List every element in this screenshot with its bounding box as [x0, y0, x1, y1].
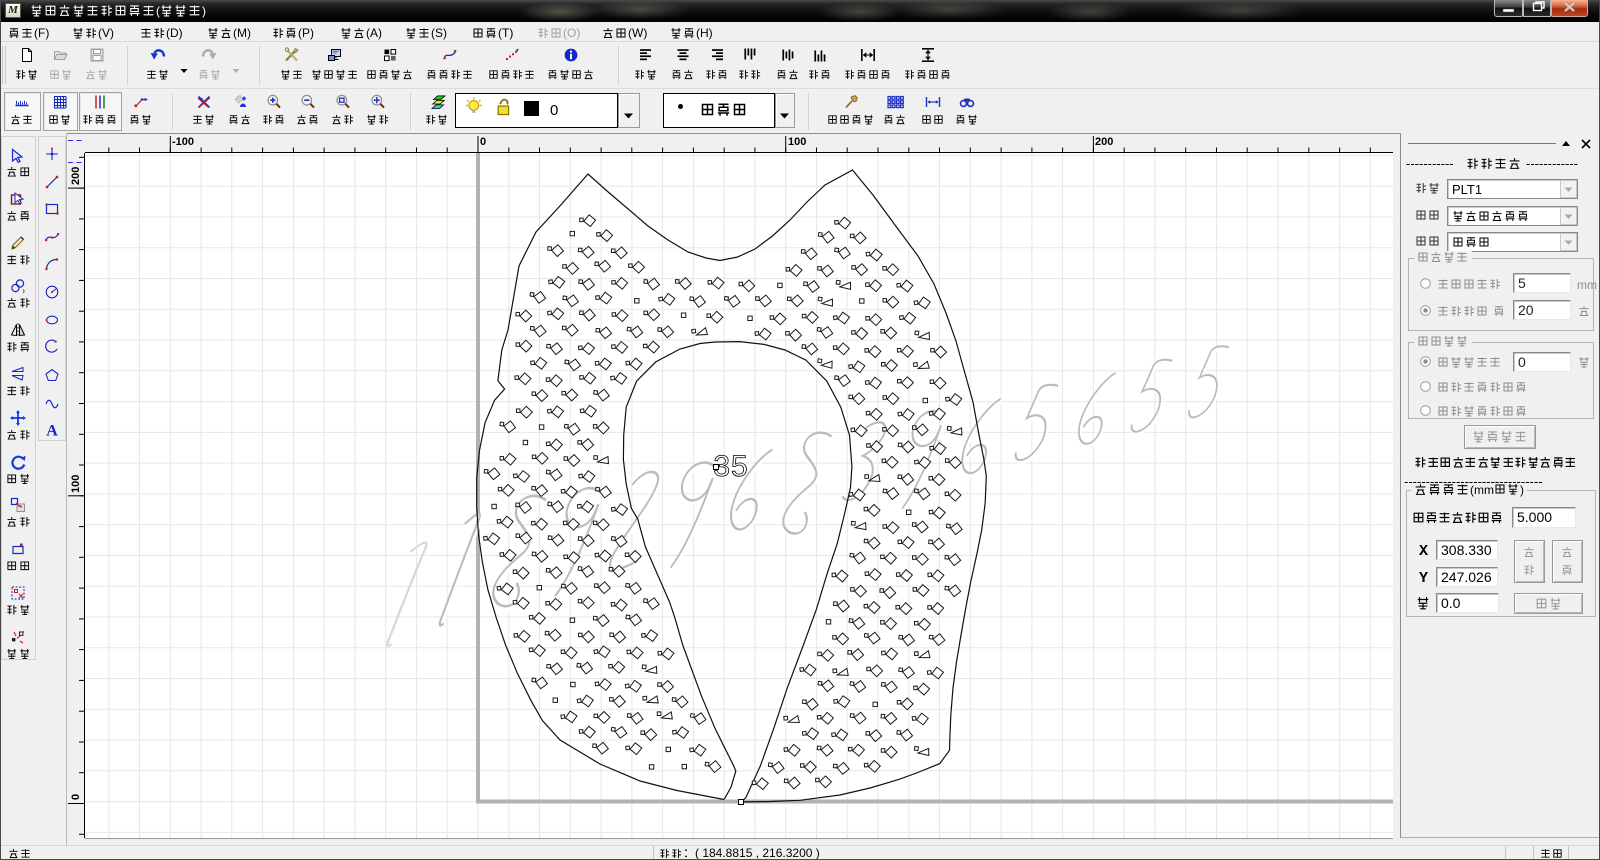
svg-text:0: 0 — [480, 136, 486, 148]
svg-text:100: 100 — [788, 136, 806, 148]
svg-text:100: 100 — [70, 475, 82, 493]
svg-text:200: 200 — [1095, 136, 1113, 148]
svg-text:200: 200 — [70, 167, 82, 185]
svg-text:-100: -100 — [172, 136, 194, 148]
svg-text:0: 0 — [70, 794, 82, 800]
